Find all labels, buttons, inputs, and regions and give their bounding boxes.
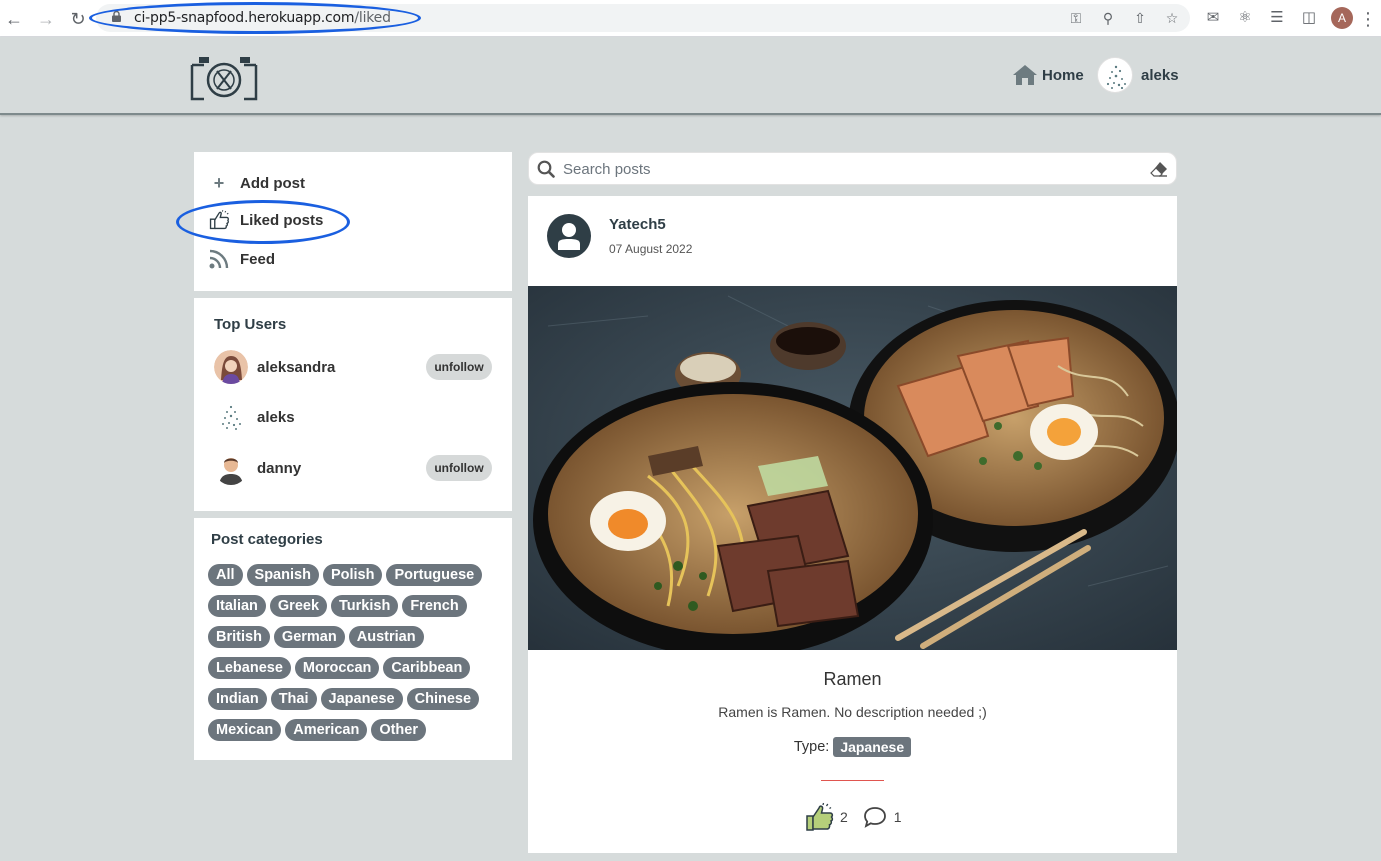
nav-username: aleks [1141,66,1179,84]
rss-feed-icon [208,248,230,270]
sidebar-item-label: Liked posts [240,211,324,229]
media-queue-icon[interactable]: ☰ [1268,9,1286,27]
more-menu-icon[interactable]: ⋮ [1358,9,1378,29]
side-nav-panel: + Add post Liked posts Feed [176,152,512,291]
avatar[interactable] [214,451,248,485]
category-pill[interactable]: Polish [322,564,383,586]
category-pill[interactable]: Mexican [208,719,282,741]
post-type-badge[interactable]: Japanese [833,737,912,757]
home-icon [1013,65,1037,85]
top-user-name[interactable]: danny [257,460,301,477]
category-pill[interactable]: Chinese [406,688,480,710]
top-users-panel: Top Users aleksandra unfollow aleks dann… [194,298,512,511]
post-description: Ramen is Ramen. No description needed ;) [718,704,987,720]
sidebar-item-feed[interactable]: Feed [208,248,275,270]
top-user-row: aleks [214,399,492,435]
thumbs-up-icon [208,209,230,231]
unfollow-button[interactable]: unfollow [426,354,492,380]
category-pill[interactable]: All [208,564,243,586]
url-text: ci-pp5-snapfood.herokuapp.com/liked [134,10,391,26]
avatar[interactable] [214,400,248,434]
liked-thumbs-up-icon[interactable] [804,802,834,832]
mail-extension-icon[interactable]: ✉ [1204,9,1222,27]
url-path: /liked [354,10,391,26]
category-pill[interactable]: Indian [208,688,267,710]
eraser-clear-icon[interactable] [1150,161,1168,177]
categories-title: Post categories [211,531,323,548]
post-author[interactable]: Yatech5 [609,216,666,233]
top-user-row: aleksandra unfollow [214,349,492,385]
address-bar[interactable]: ci-pp5-snapfood.herokuapp.com/liked ⚿ ⚲ … [96,4,1190,32]
puzzle-extensions-icon[interactable]: ⚛ [1236,9,1254,27]
post-type-label: Type: [793,739,830,755]
category-pill[interactable]: Thai [270,688,317,710]
post-image[interactable] [528,286,1177,650]
side-panel-icon[interactable]: ◫ [1300,9,1318,27]
category-pill[interactable]: Caribbean [383,657,471,679]
top-user-name[interactable]: aleksandra [257,359,335,376]
post-stats: 2 1 [804,802,902,832]
user-avatar-icon [1106,65,1126,90]
top-users-title: Top Users [214,316,287,333]
share-icon[interactable]: ⇧ [1132,10,1148,26]
search-input[interactable] [563,157,1143,181]
category-pill[interactable]: Japanese [320,688,403,710]
reload-icon[interactable]: ↻ [68,9,88,29]
sidebar-item-liked-posts[interactable]: Liked posts [208,209,323,231]
unfollow-button[interactable]: unfollow [426,455,492,481]
comments-count: 1 [893,809,902,825]
category-pill[interactable]: American [285,719,368,741]
site-navbar: Home aleks [0,37,1381,115]
category-pill[interactable]: Portuguese [386,564,483,586]
default-user-avatar-icon[interactable] [547,214,591,258]
category-pill[interactable]: German [273,626,345,648]
category-list: All Spanish Polish Portuguese Italian Greek Tu… [208,564,500,741]
bookmark-star-icon[interactable]: ☆ [1164,10,1180,26]
category-pill[interactable]: Lebanese [208,657,291,679]
category-pill[interactable]: Greek [269,595,328,617]
url-host: ci-pp5-snapfood.herokuapp.com [134,10,355,26]
top-user-row: danny unfollow [214,450,492,486]
nav-home-label: Home [1042,66,1084,84]
avatar[interactable] [214,350,248,384]
post-card: Yatech5 07 August 2022 Ramen Ramen is Ra… [528,196,1177,853]
back-arrow-icon[interactable]: ← [4,9,24,29]
search-bar [528,152,1177,185]
divider [821,780,884,781]
post-title: Ramen [823,669,882,689]
comment-icon[interactable] [862,804,888,830]
lock-icon [112,11,121,22]
plus-icon: + [213,172,225,193]
category-pill[interactable]: Turkish [331,595,399,617]
category-pill[interactable]: Spanish [246,564,319,586]
category-pill[interactable]: British [208,626,270,648]
post-type-row: Type: Japanese [528,737,1177,757]
category-pill[interactable]: Austrian [348,626,424,648]
category-pill[interactable]: Moroccan [294,657,380,679]
post-categories-panel: Post categories All Spanish Polish Portugue… [194,518,512,760]
browser-toolbar: ← → ↻ ci-pp5-snapfood.herokuapp.com/like… [0,0,1381,37]
nav-profile-link[interactable]: aleks [1097,57,1179,93]
likes-count: 2 [840,809,848,825]
browser-profile-avatar[interactable]: A [1331,7,1353,29]
avatar [1097,57,1133,93]
sidebar-item-label: Add post [240,174,305,192]
sidebar-item-label: Feed [240,250,276,268]
forward-arrow-icon[interactable]: → [36,9,56,29]
search-icon [537,160,555,178]
key-icon[interactable]: ⚿ [1068,10,1084,26]
category-pill[interactable]: Italian [208,595,266,617]
zoom-icon[interactable]: ⚲ [1100,10,1116,26]
category-pill[interactable]: Other [371,719,426,741]
snapfood-logo-icon[interactable] [190,55,258,101]
nav-home-link[interactable]: Home [1012,62,1084,88]
top-user-name[interactable]: aleks [257,409,295,426]
sidebar-item-add-post[interactable]: + Add post [208,172,305,194]
category-pill[interactable]: French [402,595,467,617]
post-date: 07 August 2022 [609,242,693,256]
